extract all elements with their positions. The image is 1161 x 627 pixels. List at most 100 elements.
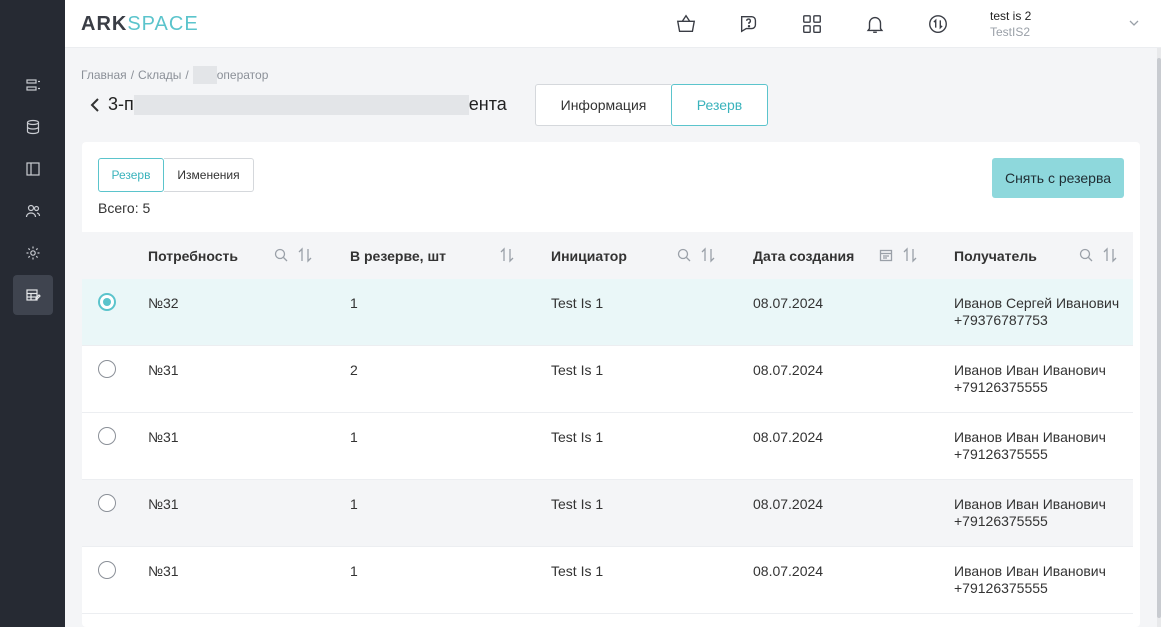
grid-icon [803, 15, 821, 33]
recipient-name: Иванов Сергей Иванович [954, 295, 1120, 311]
logo-space: SPACE [127, 13, 199, 35]
cell-date: 08.07.2024 [753, 429, 824, 445]
table-row[interactable]: №31 1 Test Is 1 08.07.2024 Иванов Иван И… [82, 480, 1133, 547]
row-radio[interactable] [98, 561, 116, 579]
sort-icon[interactable] [700, 247, 716, 263]
cell-recipient: Иванов Иван Иванович +79126375555 [954, 496, 1106, 530]
table-header: Потребность В резерве, шт Инициатор Дата… [82, 232, 1133, 279]
cell-initiator: Test Is 1 [551, 295, 604, 311]
cell-initiator: Test Is 1 [551, 563, 604, 579]
table-row[interactable]: №31 1 Test Is 1 08.07.2024 Иванов Иван И… [82, 413, 1133, 480]
cell-date: 08.07.2024 [753, 362, 824, 378]
chat-question-icon [740, 15, 757, 33]
page-title: 3-п ента [108, 94, 507, 115]
sidebar-item-panel[interactable] [13, 149, 53, 189]
top-header: ARKSPACE test is 2 TestIS2 [65, 0, 1161, 48]
exchange-button[interactable] [926, 12, 950, 36]
scrollbar-thumb[interactable] [1157, 58, 1161, 618]
column-header-need[interactable]: Потребность [148, 232, 238, 279]
cell-initiator: Test Is 1 [551, 496, 604, 512]
search-icon[interactable] [273, 247, 289, 263]
recipient-phone: +79126375555 [954, 580, 1048, 596]
user-organization: TestIS2 [990, 25, 1031, 39]
page-title-start: 3-п [108, 94, 134, 114]
sidebar [0, 0, 65, 627]
search-icon[interactable] [1078, 247, 1094, 263]
sidebar-item-settings[interactable] [13, 233, 53, 273]
page-scrollbar[interactable] [1157, 48, 1161, 627]
cell-recipient: Иванов Иван Иванович +79126375555 [954, 362, 1106, 396]
sort-icon[interactable] [902, 247, 918, 263]
cell-need: №31 [148, 362, 179, 378]
apps-button[interactable] [800, 12, 824, 36]
cell-need: №31 [148, 563, 179, 579]
sort-icon[interactable] [1102, 247, 1118, 263]
gear-icon [26, 246, 40, 260]
cell-qty: 1 [350, 295, 358, 311]
recipient-name: Иванов Иван Иванович [954, 429, 1106, 445]
search-icon[interactable] [676, 247, 692, 263]
recipient-name: Иванов Иван Иванович [954, 563, 1106, 579]
cell-need: №31 [148, 496, 179, 512]
cell-initiator: Test Is 1 [551, 429, 604, 445]
unreserve-button[interactable]: Снять с резерва [992, 158, 1124, 198]
reserve-card: Резерв Изменения Всего: 5 Снять с резерв… [82, 142, 1140, 627]
basket-button[interactable] [674, 12, 698, 36]
cell-need: №32 [148, 295, 179, 311]
top-tabs: Информация Резерв [535, 84, 768, 126]
subtab-reserve[interactable]: Резерв [98, 158, 164, 192]
support-chat-button[interactable] [737, 12, 761, 36]
cell-date: 08.07.2024 [753, 295, 824, 311]
breadcrumb-operator[interactable]: оператор [217, 68, 269, 82]
cell-recipient: Иванов Иван Иванович +79126375555 [954, 429, 1106, 463]
notifications-button[interactable] [863, 12, 887, 36]
breadcrumb-home[interactable]: Главная [81, 68, 127, 82]
recipient-phone: +79376787753 [954, 312, 1048, 328]
sub-tabs: Резерв Изменения [98, 158, 254, 192]
breadcrumb-warehouses[interactable]: Склады [138, 68, 181, 82]
breadcrumb-separator: / [185, 68, 189, 82]
row-radio[interactable] [98, 293, 116, 311]
cell-qty: 1 [350, 429, 358, 445]
recipient-name: Иванов Иван Иванович [954, 496, 1106, 512]
sort-icon[interactable] [297, 247, 313, 263]
table-row[interactable]: №31 2 Test Is 1 08.07.2024 Иванов Иван И… [82, 346, 1133, 413]
back-arrow-icon[interactable] [88, 95, 102, 115]
cell-initiator: Test Is 1 [551, 362, 604, 378]
column-header-initiator[interactable]: Инициатор [551, 232, 627, 279]
column-header-created-date[interactable]: Дата создания [753, 232, 854, 279]
cell-qty: 2 [350, 362, 358, 378]
table-row[interactable]: №32 1 Test Is 1 08.07.2024 Иванов Сергей… [82, 279, 1133, 346]
column-header-reserved-qty[interactable]: В резерве, шт [350, 232, 446, 279]
sidebar-item-list[interactable] [13, 65, 53, 105]
cell-date: 08.07.2024 [753, 563, 824, 579]
exchange-icon [929, 15, 947, 33]
breadcrumb: Главная / Склады / оператор [81, 66, 268, 84]
row-radio[interactable] [98, 427, 116, 445]
user-name[interactable]: test is 2 [990, 9, 1031, 23]
sidebar-item-table[interactable] [13, 275, 53, 315]
cell-recipient: Иванов Иван Иванович +79126375555 [954, 563, 1106, 597]
breadcrumb-separator: / [130, 68, 135, 82]
sidebar-item-database[interactable] [13, 107, 53, 147]
basket-icon [676, 14, 696, 33]
column-header-recipient[interactable]: Получатель [954, 232, 1037, 279]
calendar-icon[interactable] [878, 247, 894, 263]
cell-need: №31 [148, 429, 179, 445]
total-count: Всего: 5 [98, 200, 151, 216]
chevron-down-icon[interactable] [1127, 16, 1141, 30]
database-icon [26, 119, 40, 135]
page-title-end: ента [468, 94, 507, 114]
tab-reserve[interactable]: Резерв [671, 84, 768, 126]
list-icon [26, 79, 40, 91]
logo[interactable]: ARKSPACE [81, 13, 199, 36]
tab-information[interactable]: Информация [535, 84, 671, 126]
table-row[interactable]: №31 1 Test Is 1 08.07.2024 Иванов Иван И… [82, 547, 1133, 614]
recipient-phone: +79126375555 [954, 379, 1048, 395]
row-radio[interactable] [98, 494, 116, 512]
sidebar-item-users[interactable] [13, 191, 53, 231]
row-radio[interactable] [98, 360, 116, 378]
sort-icon[interactable] [499, 247, 515, 263]
subtab-changes[interactable]: Изменения [164, 158, 254, 192]
cell-date: 08.07.2024 [753, 496, 824, 512]
